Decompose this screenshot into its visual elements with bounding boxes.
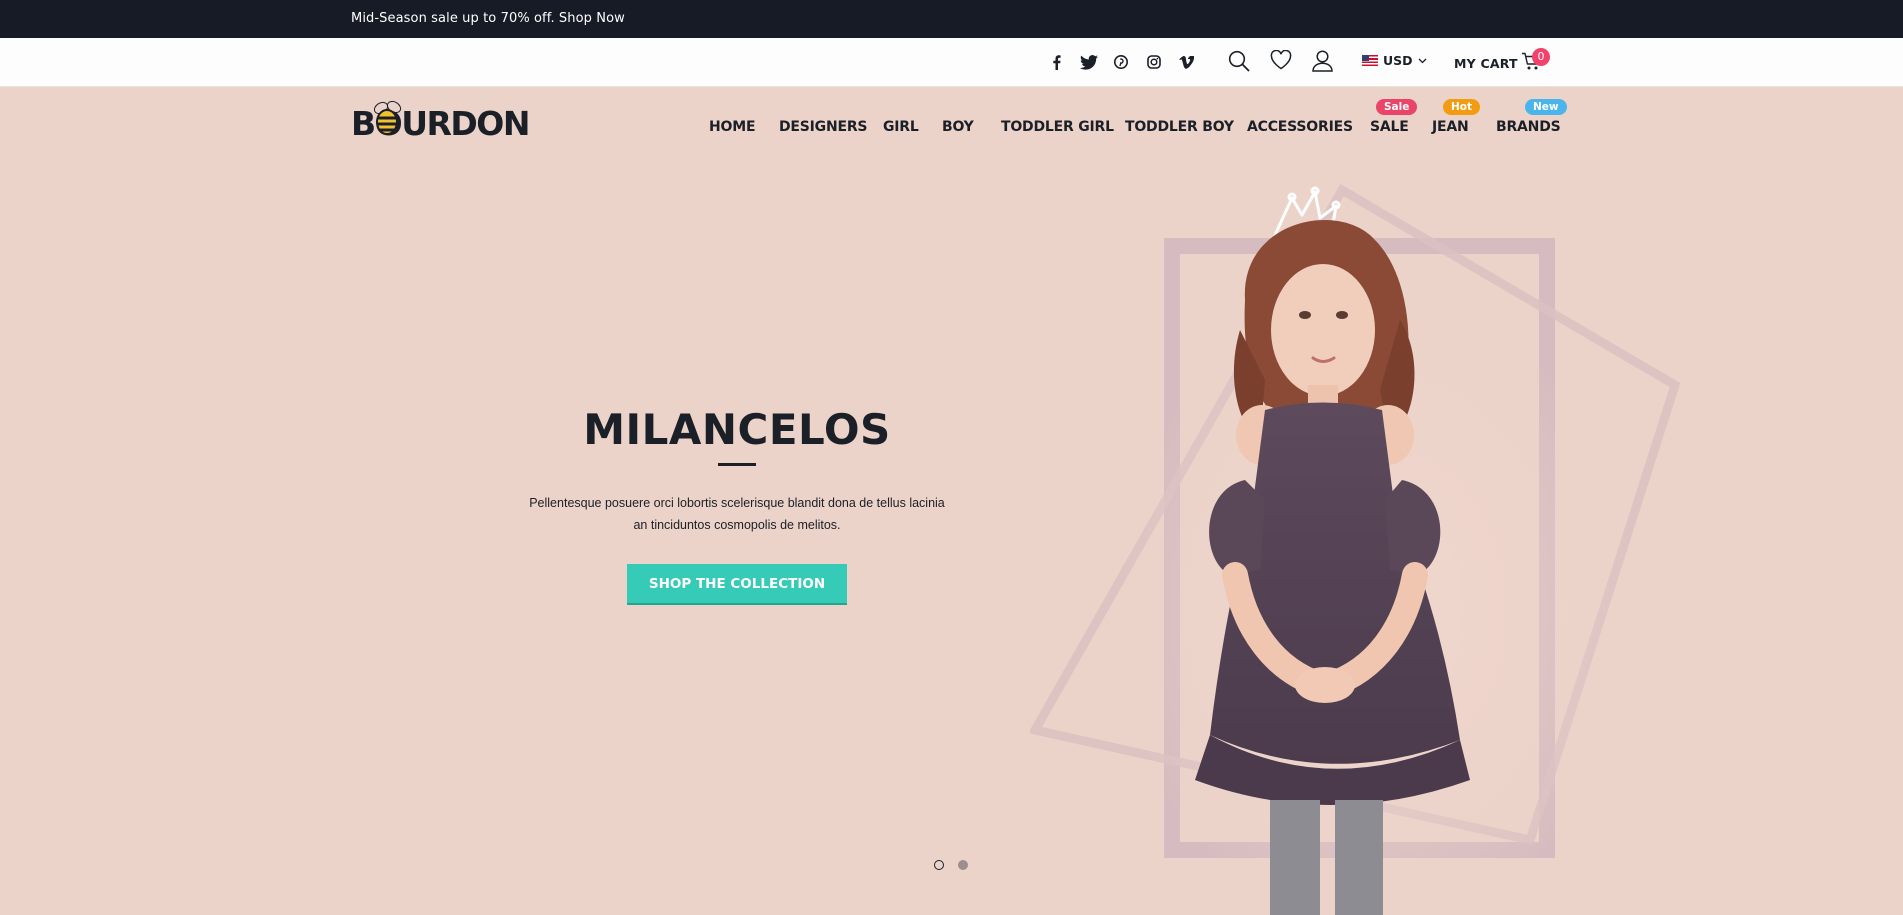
promo-link[interactable]: Mid-Season sale up to 70% off. Shop Now [351, 11, 625, 26]
nav-accessories[interactable]: ACCESSORIES [1247, 119, 1353, 135]
new-badge: New [1525, 99, 1567, 115]
vimeo-icon[interactable] [1179, 52, 1194, 72]
twitter-icon[interactable] [1080, 52, 1098, 72]
pinterest-icon[interactable] [1114, 52, 1128, 72]
nav-toddler-boy[interactable]: TODDLER BOY [1125, 119, 1234, 135]
nav-brands[interactable]: BRANDS [1496, 119, 1561, 135]
nav-sale[interactable]: SALE [1370, 119, 1409, 135]
us-flag-icon [1362, 55, 1378, 66]
nav-toddler-girl[interactable]: TODDLER GIRL [1001, 119, 1114, 135]
currency-label: USD [1383, 53, 1413, 68]
hero-description: Pellentesque posuere orci lobortis scele… [517, 492, 957, 536]
hero-title: MILANCELOS [583, 405, 891, 454]
hero-image [1030, 183, 1681, 915]
nav-boy[interactable]: BOY [942, 119, 974, 135]
account-user-icon[interactable] [1312, 50, 1333, 76]
my-cart-link[interactable]: MY CART [1454, 56, 1518, 71]
title-divider [718, 463, 756, 466]
main-nav: HOME DESIGNERS GIRL BOY TODDLER GIRL TOD… [0, 119, 1903, 139]
promo-bar: Mid-Season sale up to 70% off. Shop Now [0, 0, 1903, 38]
nav-designers[interactable]: DESIGNERS [779, 119, 868, 135]
instagram-icon[interactable] [1147, 52, 1161, 72]
nav-girl[interactable]: GIRL [883, 119, 919, 135]
hero-text-line1: Pellentesque posuere orci lobortis scele… [529, 496, 945, 510]
nav-jean[interactable]: JEAN [1432, 119, 1469, 135]
shop-collection-button[interactable]: SHOP THE COLLECTION [627, 564, 847, 603]
wishlist-heart-icon[interactable] [1270, 49, 1292, 74]
sale-badge: Sale [1376, 99, 1418, 115]
hero-text-line2: an tinciduntos cosmopolis de melitos. [633, 518, 841, 532]
facebook-icon[interactable] [1052, 52, 1061, 72]
nav-home[interactable]: HOME [709, 119, 756, 135]
currency-selector[interactable]: USD [1362, 53, 1427, 68]
slider-dot-2[interactable] [958, 860, 968, 870]
chevron-down-icon [1418, 58, 1426, 63]
slider-dot-1[interactable] [934, 860, 944, 870]
utility-bar: USD MY CART [0, 38, 1903, 87]
hot-badge: Hot [1443, 99, 1481, 115]
cart-count-badge: 0 [1532, 48, 1550, 66]
search-icon[interactable] [1228, 50, 1250, 76]
